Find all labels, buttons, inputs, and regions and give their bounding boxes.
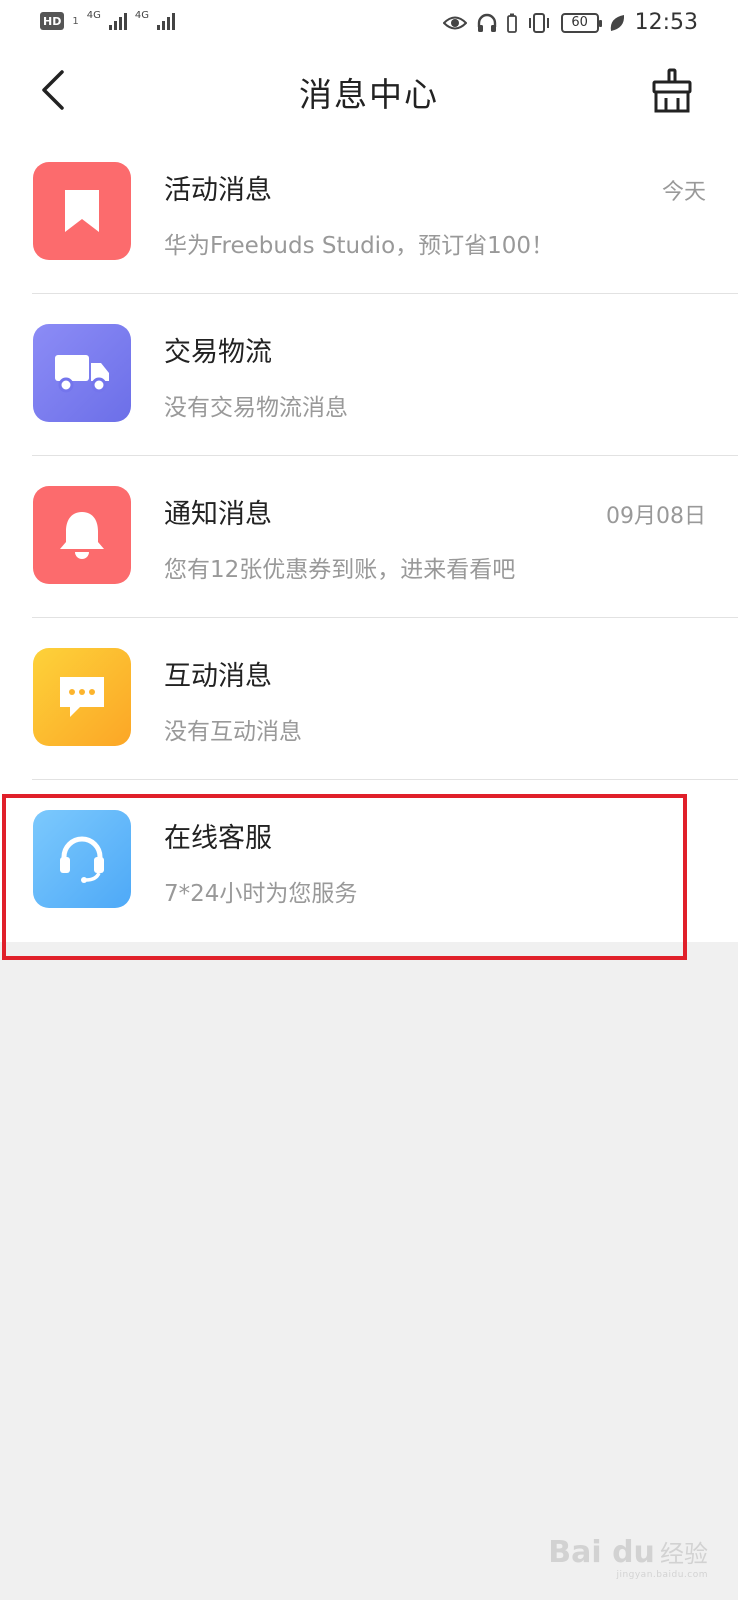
headset-icon [60,836,104,883]
watermark-logo: Bai du [548,1535,655,1570]
message-title: 互动消息 [164,661,272,692]
header-bar: 消息中心 [0,50,738,132]
status-left: HD 1 4G 4G [40,10,175,30]
truck-icon [55,355,109,393]
page-title: 消息中心 [299,75,439,114]
message-preview: 7*24小时为您服务 [164,881,358,907]
watermark: Bai du 经验 jingyan.baidu.com [548,1534,708,1580]
message-date: 今天 [661,180,706,205]
status-bar: HD 1 4G 4G 60 12:53 [0,0,738,50]
watermark-url: jingyan.baidu.com [616,1570,708,1580]
broom-icon [652,68,692,113]
activity-icon-tile [33,162,131,260]
clock: 12:53 [634,10,698,35]
bookmark-icon [65,190,99,232]
battery-indicator: 60 [560,12,602,33]
watermark-cn: 经验 [660,1540,708,1568]
message-preview: 没有交易物流消息 [164,395,348,421]
service-icon-tile [33,810,131,908]
message-item-logistics[interactable]: 交易物流 没有交易物流消息 [0,294,738,456]
message-title: 在线客服 [164,823,272,854]
message-title: 活动消息 [164,175,272,206]
chat-bubble-icon [60,677,104,717]
eye-icon [442,16,467,29]
message-preview: 没有互动消息 [164,719,302,745]
message-list: 活动消息 华为Freebuds Studio，预订省100！ 今天 交易物流 没… [0,132,738,942]
battery-saver-icon [506,13,517,33]
network-type-2: 4G [134,10,149,21]
sim-label: 1 [72,15,79,27]
signal-2-icon [156,12,175,30]
signal-1-icon [108,12,127,30]
bell-icon [60,512,104,559]
message-title: 通知消息 [164,499,272,530]
status-right: 60 12:53 [442,10,698,35]
logistics-icon-tile [33,324,131,422]
message-title: 交易物流 [164,337,272,368]
headphones-icon [477,13,496,32]
vibrate-icon [528,12,549,33]
message-item-activity[interactable]: 活动消息 华为Freebuds Studio，预订省100！ 今天 [0,132,738,294]
clear-messages-button[interactable] [650,68,694,114]
interaction-icon-tile [33,648,131,746]
notice-icon-tile [33,486,131,584]
hd-badge: HD [40,12,65,30]
screen: HD 1 4G 4G 60 12:53 消息中心 活动消息 华为Freebuds… [0,0,738,1600]
message-item-customer-service[interactable]: 在线客服 7*24小时为您服务 [0,780,738,942]
message-item-notice[interactable]: 通知消息 您有12张优惠券到账，进来看看吧 09月08日 [0,456,738,618]
message-item-interaction[interactable]: 互动消息 没有互动消息 [0,618,738,780]
message-preview: 您有12张优惠券到账，进来看看吧 [164,557,516,583]
message-preview: 华为Freebuds Studio，预订省100！ [164,233,555,259]
network-type-1: 4G [86,10,101,21]
leaf-icon [610,14,624,31]
message-date: 09月08日 [606,504,706,529]
